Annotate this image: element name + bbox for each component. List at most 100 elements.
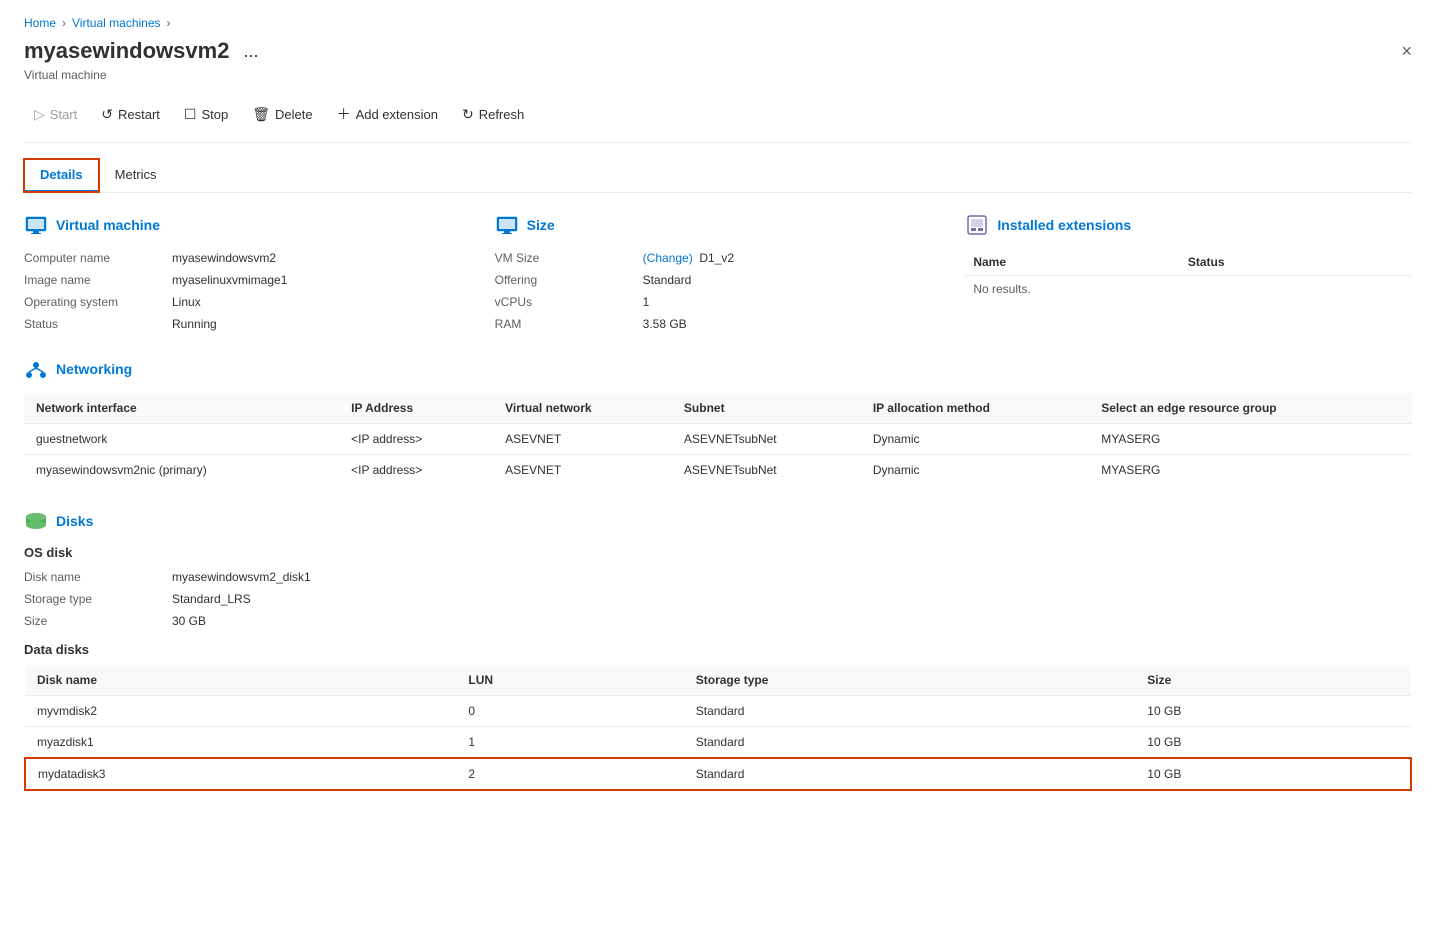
- dd-cell-1-0: myazdisk1: [25, 727, 456, 759]
- stop-label: Stop: [201, 107, 228, 122]
- computer-name-value: myasewindowsvm2: [172, 249, 471, 267]
- networking-cell-1-0: myasewindowsvm2nic (primary): [24, 455, 339, 486]
- disks-section-title: Disks: [56, 513, 93, 529]
- refresh-label: Refresh: [479, 107, 525, 122]
- dd-cell-2-2: Standard: [684, 758, 1136, 790]
- breadcrumb-sep1: ›: [62, 16, 66, 30]
- size-info-grid: VM Size (Change) D1_v2 Offering Standard…: [495, 249, 942, 333]
- data-disk-row-0: myvmdisk20Standard10 GB: [25, 696, 1411, 727]
- vm-size-change-link[interactable]: (Change): [643, 251, 693, 265]
- networking-row-1: myasewindowsvm2nic (primary)<IP address>…: [24, 455, 1412, 486]
- vcpus-label: vCPUs: [495, 293, 635, 311]
- networking-cell-0-0: guestnetwork: [24, 424, 339, 455]
- os-disk-size-label: Size: [24, 612, 164, 630]
- status-label: Status: [24, 315, 164, 333]
- virtual-machine-section: Virtual machine Computer name myasewindo…: [24, 213, 471, 333]
- disks-icon: [24, 509, 48, 533]
- extensions-table: Name Status No results.: [965, 249, 1412, 302]
- storage-type-label: Storage type: [24, 590, 164, 608]
- offering-label: Offering: [495, 271, 635, 289]
- refresh-icon: ↻: [462, 106, 474, 123]
- dd-cell-2-0: mydatadisk3: [25, 758, 456, 790]
- restart-label: Restart: [118, 107, 160, 122]
- dd-cell-0-0: myvmdisk2: [25, 696, 456, 727]
- networking-cell-0-1: <IP address>: [339, 424, 493, 455]
- networking-section-header: Networking: [24, 357, 1412, 381]
- start-button[interactable]: ▷ Start: [24, 100, 87, 129]
- delete-button[interactable]: 🗑 Delete: [242, 100, 322, 129]
- size-section-header: Size: [495, 213, 942, 237]
- dd-size-col: Size: [1135, 665, 1411, 696]
- start-icon: ▷: [34, 106, 45, 123]
- disks-section-header: Disks: [24, 509, 1412, 533]
- ext-status-col: Status: [1180, 249, 1412, 276]
- vm-size-val: D1_v2: [699, 251, 734, 265]
- restart-icon: ↺: [101, 106, 113, 123]
- breadcrumb-virtual-machines[interactable]: Virtual machines: [72, 16, 161, 30]
- networking-cell-1-1: <IP address>: [339, 455, 493, 486]
- vm-section-header: Virtual machine: [24, 213, 471, 237]
- storage-type-value: Standard_LRS: [172, 590, 1412, 608]
- vm-size-label: VM Size: [495, 249, 635, 267]
- dd-lun-col: LUN: [456, 665, 683, 696]
- ext-no-results: No results.: [965, 276, 1412, 303]
- size-section: Size VM Size (Change) D1_v2 Offering Sta…: [495, 213, 942, 333]
- ellipsis-button[interactable]: ...: [237, 39, 264, 64]
- networking-section-title: Networking: [56, 361, 132, 377]
- dd-cell-1-2: Standard: [684, 727, 1136, 759]
- dd-cell-2-3: 10 GB: [1135, 758, 1411, 790]
- vm-section-title: Virtual machine: [56, 217, 160, 233]
- net-ip-col: IP Address: [339, 393, 493, 424]
- networking-cell-0-3: ASEVNETsubNet: [672, 424, 861, 455]
- delete-icon: 🗑: [252, 106, 270, 123]
- title-row: myasewindowsvm2 ... ×: [24, 38, 1412, 64]
- extensions-section-header: Installed extensions: [965, 213, 1412, 237]
- top-sections-grid: Virtual machine Computer name myasewindo…: [24, 213, 1412, 333]
- page-title: myasewindowsvm2: [24, 38, 229, 64]
- dd-cell-1-1: 1: [456, 727, 683, 759]
- delete-label: Delete: [275, 107, 313, 122]
- add-extension-icon: ＋: [337, 104, 351, 124]
- networking-cell-0-5: MYASERG: [1089, 424, 1412, 455]
- close-button[interactable]: ×: [1401, 41, 1412, 62]
- data-disk-row-1: myazdisk11Standard10 GB: [25, 727, 1411, 759]
- net-interface-col: Network interface: [24, 393, 339, 424]
- installed-extensions-section: Installed extensions Name Status No resu…: [965, 213, 1412, 333]
- disk-name-label: Disk name: [24, 568, 164, 586]
- networking-cell-1-5: MYASERG: [1089, 455, 1412, 486]
- stop-button[interactable]: ☐ Stop: [174, 100, 238, 129]
- data-disk-row-2: mydatadisk32Standard10 GB: [25, 758, 1411, 790]
- networking-cell-0-4: Dynamic: [861, 424, 1089, 455]
- ram-label: RAM: [495, 315, 635, 333]
- add-extension-button[interactable]: ＋ Add extension: [327, 98, 448, 130]
- breadcrumb-home[interactable]: Home: [24, 16, 56, 30]
- dd-cell-0-1: 0: [456, 696, 683, 727]
- dd-cell-1-3: 10 GB: [1135, 727, 1411, 759]
- disks-section: Disks OS disk Disk name myasewindowsvm2_…: [24, 509, 1412, 791]
- size-icon: [495, 213, 519, 237]
- networking-cell-1-2: ASEVNET: [493, 455, 672, 486]
- tabs: Details Metrics: [24, 159, 1412, 193]
- net-allocation-col: IP allocation method: [861, 393, 1089, 424]
- breadcrumb-sep2: ›: [167, 16, 171, 30]
- networking-section: Networking Network interface IP Address …: [24, 357, 1412, 485]
- computer-name-label: Computer name: [24, 249, 164, 267]
- restart-button[interactable]: ↺ Restart: [91, 100, 170, 129]
- data-disks-title: Data disks: [24, 642, 1412, 657]
- dd-cell-2-1: 2: [456, 758, 683, 790]
- net-vnet-col: Virtual network: [493, 393, 672, 424]
- vm-icon: [24, 213, 48, 237]
- refresh-button[interactable]: ↻ Refresh: [452, 100, 534, 129]
- os-value: Linux: [172, 293, 471, 311]
- toolbar: ▷ Start ↺ Restart ☐ Stop 🗑 Delete ＋ Add …: [24, 98, 1412, 143]
- ram-value: 3.58 GB: [643, 315, 942, 333]
- tab-details[interactable]: Details: [24, 159, 99, 192]
- os-disk-info: Disk name myasewindowsvm2_disk1 Storage …: [24, 568, 1412, 630]
- networking-row-0: guestnetwork<IP address>ASEVNETASEVNETsu…: [24, 424, 1412, 455]
- image-name-value: myaselinuxvmimage1: [172, 271, 471, 289]
- vm-info-grid: Computer name myasewindowsvm2 Image name…: [24, 249, 471, 333]
- start-label: Start: [50, 107, 77, 122]
- networking-icon: [24, 357, 48, 381]
- tab-metrics[interactable]: Metrics: [99, 159, 173, 192]
- stop-icon: ☐: [184, 106, 197, 123]
